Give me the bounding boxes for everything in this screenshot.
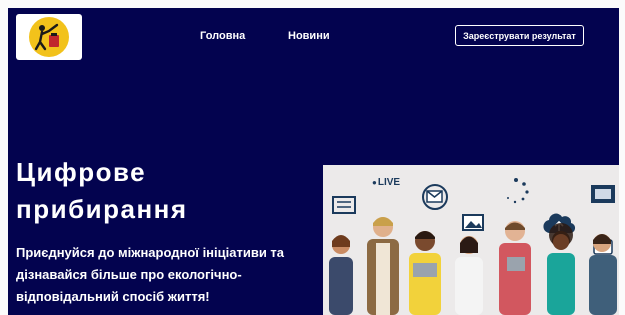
hero-subtitle-line-1: Приєднуйся до міжнародної ініціативи та bbox=[16, 245, 285, 260]
register-result-button[interactable]: Зареєструвати результат bbox=[455, 25, 584, 46]
page: Головна Новини Зареєструвати результат Ц… bbox=[8, 8, 619, 315]
photo-icon bbox=[462, 214, 484, 231]
cleaning-person-logo-icon bbox=[29, 17, 69, 57]
nav-news-link[interactable]: Новини bbox=[288, 30, 330, 42]
email-icon bbox=[422, 184, 448, 210]
hero-subtitle-line-3: відповідальний спосіб життя! bbox=[16, 289, 210, 304]
nav-home-link[interactable]: Головна bbox=[200, 30, 245, 42]
people-group bbox=[329, 217, 617, 315]
hero-title: Цифрове прибирання bbox=[16, 154, 188, 228]
hero-image: LIVE bbox=[323, 165, 619, 315]
hero-title-line-1: Цифрове bbox=[16, 157, 147, 187]
hero-subtitle: Приєднуйся до міжнародної ініціативи та … bbox=[16, 242, 316, 308]
loading-icon bbox=[507, 178, 529, 204]
news-icon bbox=[332, 196, 356, 214]
hero-illustration bbox=[329, 178, 617, 315]
logo[interactable] bbox=[16, 14, 82, 60]
film-icon bbox=[591, 185, 615, 203]
hero-title-line-2: прибирання bbox=[16, 194, 188, 224]
hero-subtitle-line-2: дізнавайся більше про екологічно- bbox=[16, 267, 242, 282]
